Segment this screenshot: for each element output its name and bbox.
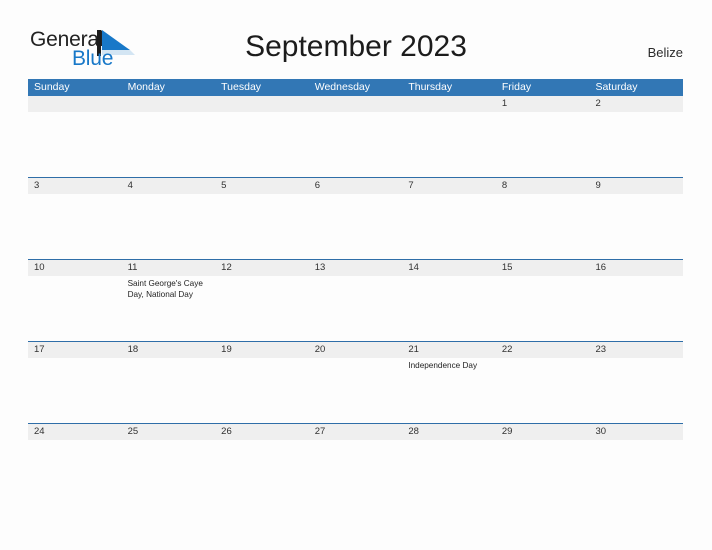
day-event[interactable] bbox=[215, 112, 309, 176]
day-number[interactable] bbox=[215, 96, 309, 112]
day-event[interactable] bbox=[28, 276, 122, 340]
day-number[interactable]: 18 bbox=[122, 342, 216, 358]
weekday-header-monday: Monday bbox=[127, 81, 165, 93]
day-number[interactable]: 1 bbox=[496, 96, 590, 112]
page-header: General Blue September 2023 Belize bbox=[0, 0, 712, 70]
day-number[interactable]: 20 bbox=[309, 342, 403, 358]
week-body-strip: Independence Day bbox=[28, 358, 683, 422]
day-number[interactable]: 3 bbox=[28, 178, 122, 194]
day-number[interactable]: 7 bbox=[402, 178, 496, 194]
weekday-header-wednesday: Wednesday bbox=[314, 81, 370, 93]
day-event[interactable] bbox=[309, 440, 403, 504]
calendar-week-row: 3 4 5 6 7 8 9 bbox=[28, 177, 683, 259]
day-number[interactable]: 28 bbox=[402, 424, 496, 440]
day-number[interactable]: 22 bbox=[496, 342, 590, 358]
weekday-header-tuesday: Tuesday bbox=[221, 81, 262, 93]
day-event[interactable] bbox=[122, 358, 216, 422]
week-date-strip: 24 25 26 27 28 29 30 bbox=[28, 424, 683, 440]
day-number[interactable]: 5 bbox=[215, 178, 309, 194]
day-event[interactable] bbox=[215, 194, 309, 258]
day-number[interactable]: 2 bbox=[589, 96, 683, 112]
weekday-header-friday: Friday bbox=[501, 81, 532, 93]
day-number[interactable] bbox=[28, 96, 122, 112]
week-date-strip: 1 2 bbox=[28, 96, 683, 112]
day-event[interactable] bbox=[496, 440, 590, 504]
day-event[interactable] bbox=[28, 112, 122, 176]
day-number[interactable]: 12 bbox=[215, 260, 309, 276]
day-event[interactable] bbox=[402, 276, 496, 340]
day-event[interactable] bbox=[28, 358, 122, 422]
calendar-week-row: 10 11 12 13 14 15 16 Saint George's Caye… bbox=[28, 259, 683, 341]
day-event[interactable] bbox=[122, 112, 216, 176]
week-body-strip bbox=[28, 194, 683, 258]
week-body-strip bbox=[28, 112, 683, 176]
day-number[interactable]: 4 bbox=[122, 178, 216, 194]
calendar-week-row: 24 25 26 27 28 29 30 bbox=[28, 423, 683, 505]
week-date-strip: 10 11 12 13 14 15 16 bbox=[28, 260, 683, 276]
week-body-strip bbox=[28, 440, 683, 504]
day-event[interactable] bbox=[309, 276, 403, 340]
day-event[interactable]: Saint George's Caye Day, National Day bbox=[122, 276, 216, 340]
day-number[interactable]: 17 bbox=[28, 342, 122, 358]
day-number[interactable] bbox=[402, 96, 496, 112]
weekday-header-row: Sunday Monday Tuesday Wednesday Thursday… bbox=[28, 79, 683, 96]
day-event[interactable] bbox=[496, 194, 590, 258]
calendar-week-row: 1 2 bbox=[28, 96, 683, 177]
day-number[interactable]: 16 bbox=[589, 260, 683, 276]
calendar-week-row: 17 18 19 20 21 22 23 Independence Day bbox=[28, 341, 683, 423]
day-number[interactable]: 6 bbox=[309, 178, 403, 194]
day-event[interactable] bbox=[589, 112, 683, 176]
week-date-strip: 3 4 5 6 7 8 9 bbox=[28, 178, 683, 194]
weekday-header-thursday: Thursday bbox=[408, 81, 453, 93]
day-number[interactable]: 19 bbox=[215, 342, 309, 358]
week-body-strip: Saint George's Caye Day, National Day bbox=[28, 276, 683, 340]
day-number[interactable]: 13 bbox=[309, 260, 403, 276]
day-event[interactable] bbox=[309, 358, 403, 422]
day-event[interactable] bbox=[309, 112, 403, 176]
calendar-grid: Sunday Monday Tuesday Wednesday Thursday… bbox=[28, 79, 683, 505]
day-event[interactable] bbox=[402, 194, 496, 258]
day-event[interactable] bbox=[122, 194, 216, 258]
day-number[interactable]: 10 bbox=[28, 260, 122, 276]
day-event[interactable] bbox=[402, 440, 496, 504]
day-number[interactable] bbox=[122, 96, 216, 112]
day-number[interactable]: 15 bbox=[496, 260, 590, 276]
day-event[interactable] bbox=[28, 440, 122, 504]
day-number[interactable]: 11 bbox=[122, 260, 216, 276]
day-number[interactable]: 9 bbox=[589, 178, 683, 194]
day-event[interactable] bbox=[589, 194, 683, 258]
day-number[interactable]: 27 bbox=[309, 424, 403, 440]
page-title: September 2023 bbox=[245, 30, 467, 63]
day-event[interactable] bbox=[215, 276, 309, 340]
day-number[interactable]: 26 bbox=[215, 424, 309, 440]
day-event[interactable] bbox=[309, 194, 403, 258]
day-number[interactable] bbox=[309, 96, 403, 112]
day-event[interactable] bbox=[215, 440, 309, 504]
day-number[interactable]: 29 bbox=[496, 424, 590, 440]
day-number[interactable]: 25 bbox=[122, 424, 216, 440]
day-event[interactable] bbox=[496, 112, 590, 176]
day-event[interactable] bbox=[28, 194, 122, 258]
region-label: Belize bbox=[647, 45, 683, 60]
day-number[interactable]: 24 bbox=[28, 424, 122, 440]
weekday-header-sunday: Sunday bbox=[34, 81, 70, 93]
day-event[interactable] bbox=[589, 276, 683, 340]
day-event[interactable] bbox=[496, 358, 590, 422]
day-event[interactable] bbox=[402, 112, 496, 176]
day-event[interactable] bbox=[122, 440, 216, 504]
weekday-header-saturday: Saturday bbox=[595, 81, 638, 93]
day-event[interactable] bbox=[215, 358, 309, 422]
day-number[interactable]: 30 bbox=[589, 424, 683, 440]
day-event[interactable] bbox=[589, 440, 683, 504]
day-number[interactable]: 8 bbox=[496, 178, 590, 194]
day-number[interactable]: 14 bbox=[402, 260, 496, 276]
day-event[interactable]: Independence Day bbox=[402, 358, 496, 422]
day-number[interactable]: 21 bbox=[402, 342, 496, 358]
week-date-strip: 17 18 19 20 21 22 23 bbox=[28, 342, 683, 358]
day-number[interactable]: 23 bbox=[589, 342, 683, 358]
day-event[interactable] bbox=[589, 358, 683, 422]
day-event[interactable] bbox=[496, 276, 590, 340]
